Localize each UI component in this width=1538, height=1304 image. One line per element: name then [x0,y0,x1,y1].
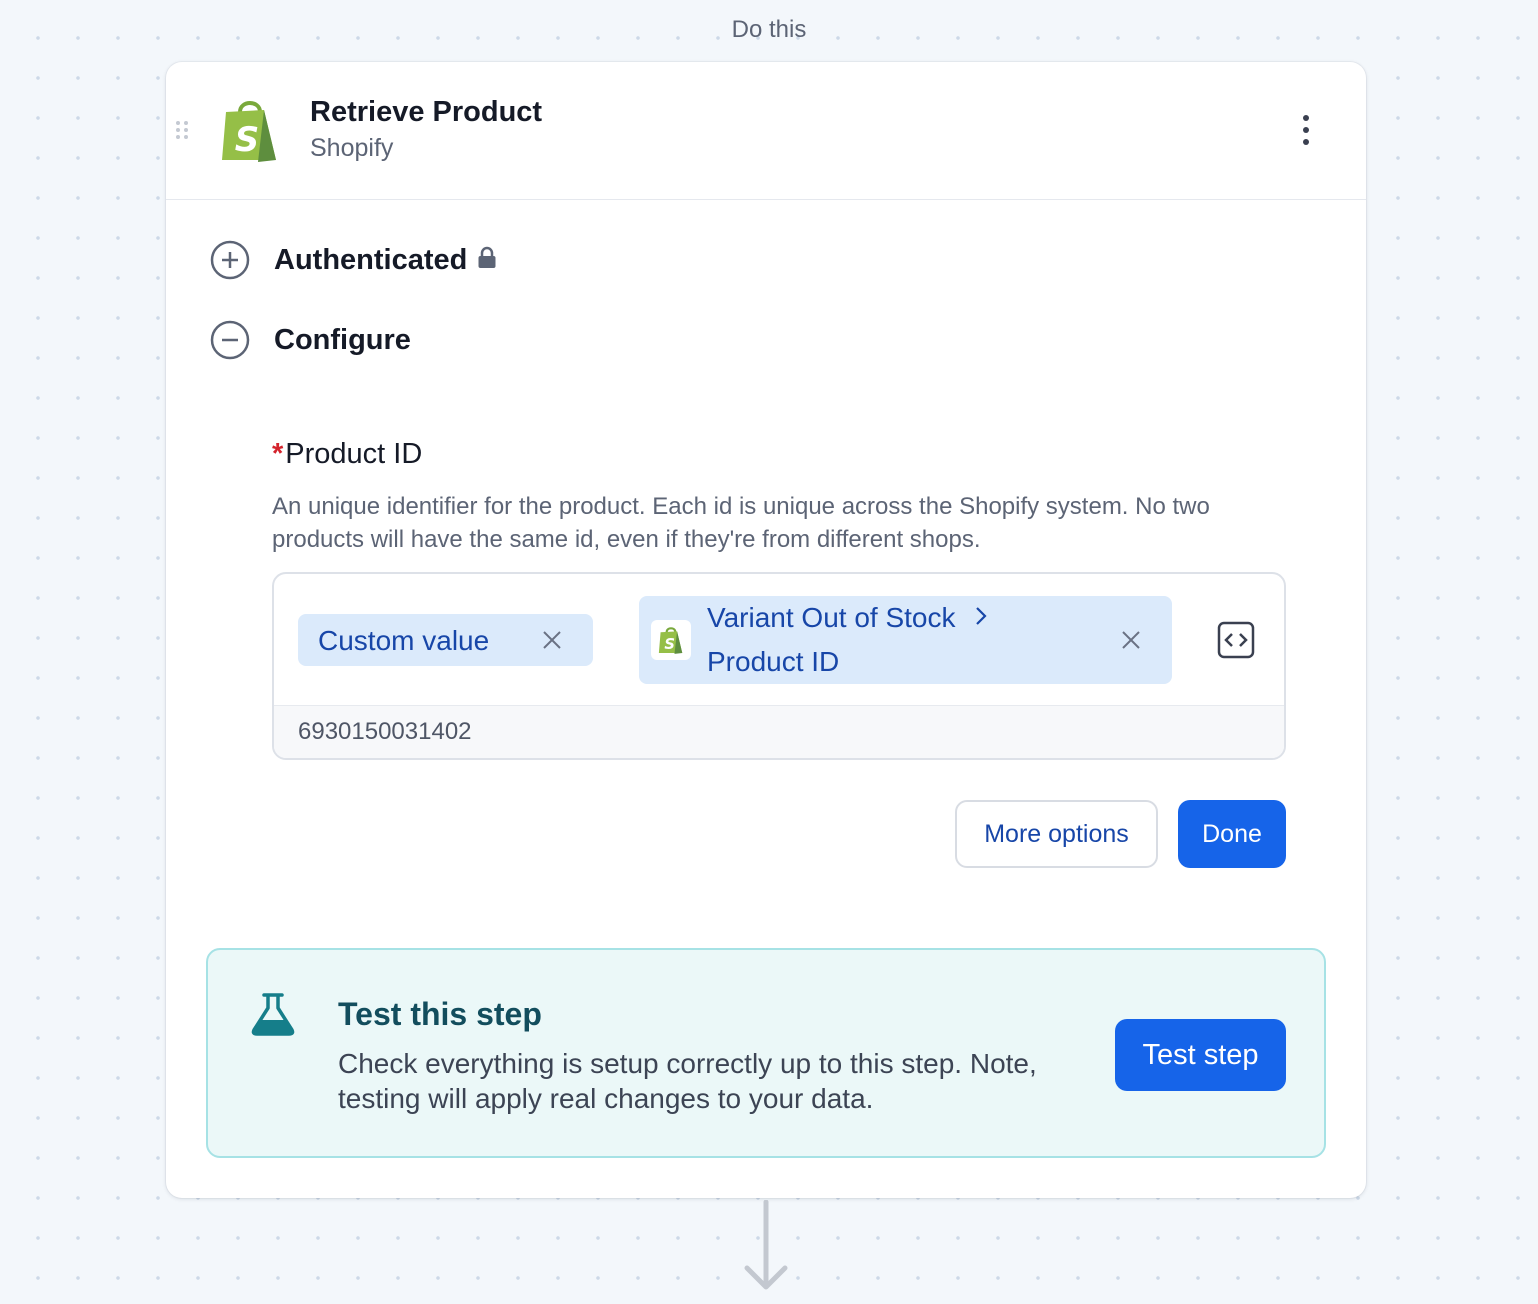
chip-area[interactable]: Custom value S Variant Out of Stock Prod… [274,574,1284,705]
product-id-label-text: Product ID [285,438,423,470]
step-app-name: Shopify [310,134,394,162]
section-authenticated-label: Authenticated [274,243,468,276]
svg-text:S: S [235,120,260,160]
test-step-panel: Test this step Check everything is setup… [206,948,1326,1158]
svg-text:S: S [664,636,675,653]
test-step-description: Check everything is setup correctly up t… [338,1048,1037,1114]
arrow-down-icon [742,1199,790,1297]
collapse-minus-icon[interactable] [210,320,250,360]
product-id-input[interactable]: Custom value S Variant Out of Stock Prod… [272,572,1286,760]
variant-field-chip[interactable]: S Variant Out of Stock Product ID [639,596,1172,684]
step-card: S Retrieve Product Shopify Authenticated [166,62,1366,1198]
chevron-right-icon [974,602,988,634]
section-configure[interactable]: Configure [210,320,411,360]
required-marker: * [272,438,284,470]
resolved-value-row: 6930150031402 [274,705,1284,758]
step-card-header[interactable]: S Retrieve Product Shopify [166,62,1366,200]
drag-handle-icon[interactable] [175,120,189,145]
shopify-bag-icon: S [651,620,691,660]
remove-chip-close-icon[interactable] [542,630,562,655]
code-brackets-icon[interactable] [1217,621,1255,664]
flask-icon [250,992,296,1041]
custom-value-chip[interactable]: Custom value [298,614,593,666]
variant-field-label: Product ID [707,646,840,677]
test-step-title: Test this step [338,996,542,1032]
resolved-value: 6930150031402 [298,718,472,745]
shopify-bag-icon: S [220,96,280,169]
variant-source-row: Variant Out of Stock [707,602,988,634]
more-options-button[interactable]: More options [955,800,1158,868]
more-vertical-icon[interactable] [1292,114,1320,151]
custom-value-chip-label: Custom value [318,625,490,656]
section-configure-label: Configure [274,323,411,356]
variant-source-label: Variant Out of Stock [707,602,956,633]
product-id-description: An unique identifier for the product. Ea… [272,493,1210,553]
flow-step-label: Do this [731,16,807,43]
test-step-button[interactable]: Test step [1115,1019,1286,1091]
done-button[interactable]: Done [1178,800,1286,868]
expand-plus-icon[interactable] [210,240,250,280]
remove-chip-close-icon[interactable] [1121,630,1141,655]
section-authenticated[interactable]: Authenticated [210,240,497,280]
lock-icon [477,246,497,275]
product-id-label: * Product ID [272,438,422,471]
step-title: Retrieve Product [310,96,543,128]
